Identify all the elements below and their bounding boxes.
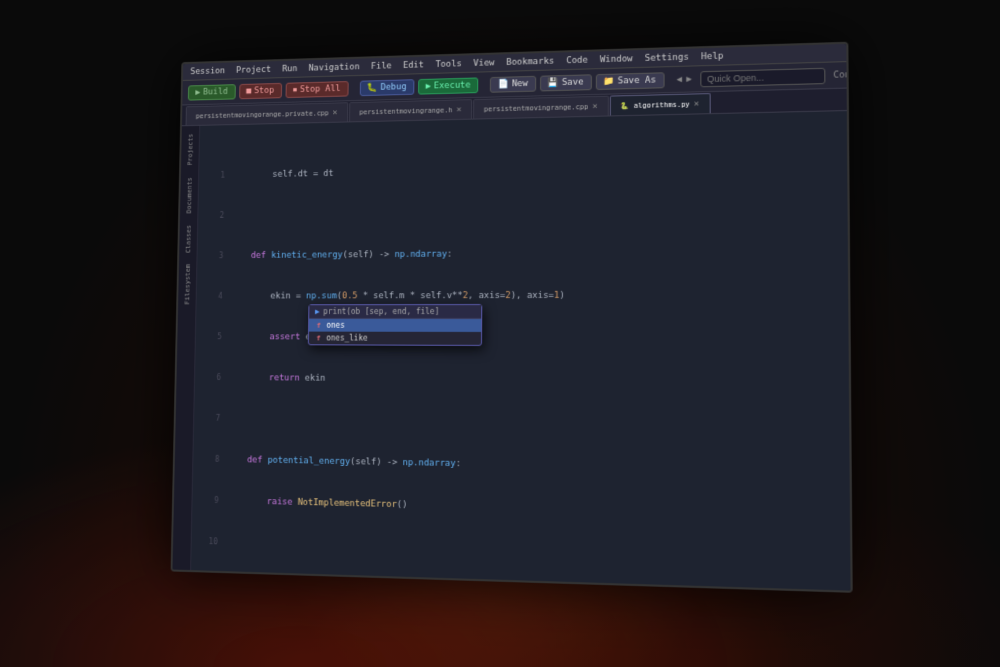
screen-wrapper: Session Project Run Navigation File Edit… <box>171 41 853 592</box>
tab-algorithms-py[interactable]: 🐍 algorithms.py × <box>610 93 711 115</box>
save-icon: 💾 <box>548 77 559 87</box>
new-icon: 📄 <box>498 79 509 89</box>
save-as-icon: 📁 <box>603 76 614 86</box>
ac-fn-icon: f <box>316 334 320 342</box>
tab-persistentmovingrange-cpp[interactable]: persistentmovingrange.cpp × <box>473 95 609 118</box>
debug-button[interactable]: 🐛 Debug <box>359 78 414 95</box>
ac-item-label: ones <box>326 320 344 329</box>
nav-arrow-back[interactable]: ◀ <box>677 74 683 84</box>
menu-code[interactable]: Code <box>566 55 588 65</box>
main-area: Projects Documents Classes Filesystem 1 … <box>172 111 850 591</box>
code-line-2: 2 <box>206 201 840 222</box>
stop-all-button[interactable]: ⏹ Stop All <box>285 80 348 97</box>
tab-close-icon[interactable]: × <box>592 101 597 111</box>
menu-view[interactable]: View <box>473 57 494 67</box>
menu-run[interactable]: Run <box>282 63 297 73</box>
menu-file[interactable]: File <box>371 61 392 71</box>
tab-close-icon[interactable]: × <box>694 98 700 108</box>
ac-fn-icon: f <box>317 321 321 329</box>
execute-icon: ▶ <box>426 81 431 91</box>
tab-close-icon[interactable]: × <box>456 104 461 114</box>
tab-persistentmovingorange-private[interactable]: persistentmovingorange.private.cpp × <box>186 102 349 125</box>
code-line-8: 8 def potential_energy(self) -> np.ndarr… <box>201 452 841 478</box>
menu-help[interactable]: Help <box>701 51 723 62</box>
code-line-5: 5 assert ekin.shape == self.t.shape <box>203 330 840 346</box>
menu-tools[interactable]: Tools <box>435 58 461 68</box>
code-line-7: 7 <box>201 411 840 433</box>
code-line-3: 3 def kinetic_energy(self) -> np.ndarray… <box>205 244 840 262</box>
stop-all-icon: ⏹ <box>293 84 297 94</box>
build-icon: ▶ <box>195 87 200 97</box>
menu-navigation[interactable]: Navigation <box>308 61 359 72</box>
ac-arrow-icon: ▶ <box>315 307 320 316</box>
ide-screen: Session Project Run Navigation File Edit… <box>171 41 853 592</box>
ac-header-text: print(ob [sep, end, file] <box>323 307 439 316</box>
execute-button[interactable]: ▶ Execute <box>418 76 479 93</box>
ac-item-label: ones_like <box>326 333 368 342</box>
code-editor[interactable]: 1 self.dt = dt 2 3 def kinetic_energy(se… <box>191 111 850 591</box>
nav-file-label: ConstantGravityParticleSystem.cpp <box>833 64 852 79</box>
filesystem-panel-toggle[interactable]: Filesystem <box>181 260 193 308</box>
menu-edit[interactable]: Edit <box>403 60 424 70</box>
nav-arrow-forward[interactable]: ▶ <box>686 74 692 84</box>
menu-settings[interactable]: Settings <box>645 52 689 63</box>
autocomplete-popup[interactable]: ▶ print(ob [sep, end, file] f ones f one… <box>308 304 482 346</box>
code-line-4: 4 ekin = np.sum(0.5 * self.m * self.v**2… <box>204 288 840 303</box>
ac-item-ones[interactable]: f ones <box>309 318 481 331</box>
menu-project[interactable]: Project <box>236 64 271 75</box>
code-line-10: 10 <box>199 534 842 566</box>
stop-icon: ■ <box>246 86 251 96</box>
save-button[interactable]: 💾 Save <box>540 73 592 90</box>
code-line-1: 1 self.dt = dt <box>206 158 838 182</box>
save-as-button[interactable]: 📁 Save As <box>595 71 664 89</box>
classes-panel-toggle[interactable]: Classes <box>182 220 194 256</box>
menu-bookmarks[interactable]: Bookmarks <box>506 56 554 67</box>
ac-item-ones-like[interactable]: f ones_like <box>309 331 481 344</box>
quick-open-input[interactable] <box>700 67 825 86</box>
autocomplete-header: ▶ print(ob [sep, end, file] <box>309 305 481 319</box>
code-content: 1 self.dt = dt 2 3 def kinetic_energy(se… <box>191 111 850 591</box>
debug-icon: 🐛 <box>367 82 378 92</box>
menu-window[interactable]: Window <box>600 53 633 64</box>
new-button[interactable]: 📄 New <box>490 75 536 92</box>
stop-button[interactable]: ■ Stop <box>239 82 282 98</box>
tab-persistentmovingrange-h[interactable]: persistentmovingrange.h × <box>349 99 473 121</box>
documents-panel-toggle[interactable]: Documents <box>183 173 195 217</box>
projects-panel-toggle[interactable]: Projects <box>184 129 196 169</box>
code-line-11: 11 def energy(self) -> np.ndarray: <box>198 576 842 590</box>
code-line-9: 9 raise NotImplementedError() <box>200 493 842 522</box>
monitor-background: Session Project Run Navigation File Edit… <box>0 0 1000 667</box>
menu-session[interactable]: Session <box>190 66 225 76</box>
build-button[interactable]: ▶ Build <box>188 83 235 99</box>
code-line-6: 6 return ekin <box>202 371 840 390</box>
tab-close-icon[interactable]: × <box>332 107 337 117</box>
